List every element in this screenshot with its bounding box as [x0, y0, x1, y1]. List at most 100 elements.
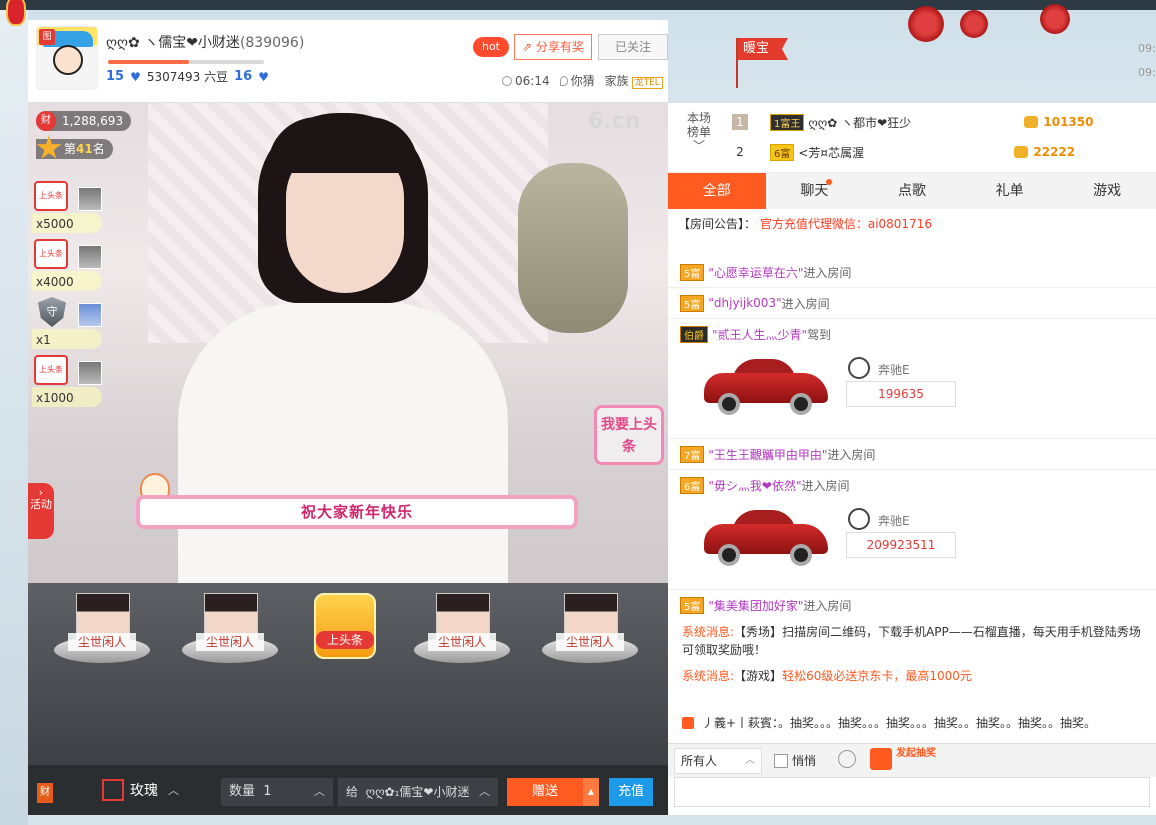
system-text: 轻松60级必送京东卡，最高1000元: [782, 669, 972, 683]
guest-seat[interactable]: 尘世闲人: [182, 593, 278, 673]
headline-label: 上头条: [316, 631, 374, 649]
chat-input[interactable]: [674, 777, 1150, 807]
current-level: 15: [106, 69, 125, 84]
gift-list: 上头条 x5000 上头条 x4000 守 x1 上头条 x1000: [32, 179, 112, 411]
notice-text: 官方充值代理微信：ai0801716: [759, 217, 932, 231]
user-nick[interactable]: "心愿幸运草在六": [708, 264, 803, 281]
video-stream[interactable]: 6.cn 财 1,288,693 第41名 上头条 x5000 上头条 x400…: [28, 103, 668, 583]
wealth-level-tag: 6富: [680, 477, 705, 494]
whisper-toggle[interactable]: 悄悄: [774, 752, 816, 769]
wealth-icon[interactable]: 财: [37, 783, 53, 803]
quantity-value: 1: [263, 784, 272, 799]
gift-item[interactable]: 守 x1: [32, 295, 112, 353]
next-level: 16: [234, 69, 253, 84]
whisper-label: 悄悄: [792, 754, 817, 768]
flag-banner[interactable]: 暖宝: [738, 38, 788, 60]
gift-bar: 财 玫瑰 ︿ 数量 1 ︿ 给 ღღ✿₁儒宝❤小财迷 ︿ 赠送 ▲ 充值: [28, 765, 668, 815]
send-options-arrow[interactable]: ▲: [583, 778, 599, 806]
user-nick[interactable]: "王生王覼觿甲由甲由": [708, 446, 827, 463]
user-avatar: [78, 187, 102, 211]
car-wheel: [790, 393, 812, 415]
gift-box-icon: [102, 779, 124, 801]
guard-shield-icon: 守: [38, 297, 66, 327]
tab-gifts[interactable]: 礼单: [961, 173, 1059, 209]
ranking-label[interactable]: 本场榜单 ﹀: [682, 111, 716, 153]
headline-sticker-button[interactable]: 我要上头条: [594, 405, 664, 465]
microphone-image: [518, 163, 628, 333]
lottery-label[interactable]: 发起抽奖: [896, 748, 936, 759]
chat-message: 7富 "王生王覼觿甲由甲由" 进入房间: [668, 439, 1156, 470]
family[interactable]: 家族 龙TEL: [605, 72, 663, 89]
gift-item[interactable]: 上头条 x4000: [32, 237, 112, 295]
system-tag: 【秀场】: [734, 625, 783, 639]
recharge-button[interactable]: 充值: [609, 778, 653, 806]
greeting-banner: 祝大家新年快乐: [136, 495, 578, 529]
duration: 06:14: [502, 74, 550, 88]
wealth-level-tag: 5富: [680, 294, 705, 312]
chat-message: 5富 "心愿幸运草在六" 进入房间: [668, 257, 1156, 288]
headline-gift-icon: 上头条: [34, 239, 68, 269]
user-nick[interactable]: "dhjyijk003": [708, 296, 781, 310]
chevron-up-icon: ︿: [314, 785, 325, 798]
tab-chat[interactable]: 聊天: [766, 173, 864, 209]
tab-chat-label: 聊天: [800, 183, 829, 199]
share-label: 分享有奖: [535, 40, 584, 54]
gift-item[interactable]: 上头条 x5000: [32, 179, 112, 237]
system-tag: 【游戏】: [734, 669, 783, 683]
guest-seat[interactable]: 尘世闲人: [414, 593, 510, 673]
user-nick[interactable]: "集美集团加好家": [708, 597, 803, 614]
guest-name: 尘世闲人: [428, 633, 496, 651]
broadcast-marquee: 丿義+丨萩賓：。抽奖。。。抽奖。。。抽奖。。。抽奖。。抽奖。。抽奖。。抽奖。: [668, 711, 1156, 735]
system-prefix: 系统消息:: [682, 669, 735, 683]
activity-tab[interactable]: › 活动: [28, 483, 54, 539]
recipient-selector[interactable]: 给 ღღ✿₁儒宝❤小财迷 ︿: [338, 778, 498, 806]
tab-all[interactable]: 全部: [668, 173, 766, 209]
activity-label: 活动: [30, 498, 52, 511]
arrive-text: 驾到: [807, 328, 832, 342]
guest-seats: 尘世闲人 尘世闲人 上头条 尘世闲人 尘世闲人: [28, 583, 668, 765]
chevron-down-icon: ﹀: [692, 139, 705, 153]
emoji-icon[interactable]: [838, 750, 856, 768]
lottery-icon[interactable]: [870, 748, 892, 770]
chat-controls: 所有人 ︿ 悄悄 发起抽奖: [668, 743, 1156, 777]
enter-text: 进入房间: [827, 447, 876, 462]
share-button[interactable]: ⇗ 分享有奖: [514, 34, 592, 60]
user-nick[interactable]: "贰王人生灬少青": [712, 326, 807, 343]
speaker-icon: [682, 717, 694, 729]
follow-button[interactable]: 已关注: [598, 34, 668, 60]
send-gift-button[interactable]: 赠送: [507, 778, 583, 806]
time-label: 09:: [1138, 66, 1156, 79]
recipient-dropdown[interactable]: 所有人 ︿: [674, 748, 762, 774]
headline-seat[interactable]: 上头条: [312, 593, 378, 665]
wealth-level-tag: 5富: [680, 263, 705, 281]
whisper-checkbox[interactable]: [774, 753, 788, 768]
car-number: 199635: [846, 381, 956, 407]
gift-item[interactable]: 上头条 x1000: [32, 353, 112, 411]
tab-songs[interactable]: 点歌: [863, 173, 961, 209]
arrival-line: 6富 "毋シ灬我❤依然" 进入房间: [668, 470, 1156, 501]
rank-number: 2: [736, 145, 744, 159]
car-name: 奔驰E: [878, 363, 910, 377]
wealth-value: 1,288,693: [62, 114, 124, 128]
tab-games[interactable]: 游戏: [1058, 173, 1156, 209]
guest-seat[interactable]: 尘世闲人: [542, 593, 638, 673]
anchor-avatar[interactable]: 图: [36, 26, 98, 90]
ranking-label-text: 本场榜单: [686, 111, 711, 139]
user-nick[interactable]: "毋シ灬我❤依然": [708, 477, 801, 494]
ranking-row[interactable]: 1 1富王 ღღ✿ ヽ都市❤狂少 101350: [732, 109, 1152, 135]
chat-tabs: 全部 聊天 点歌 礼单 游戏: [668, 173, 1156, 209]
top-strip: [0, 0, 1156, 10]
gift-selector[interactable]: 玫瑰 ︿: [102, 779, 179, 801]
background-left: [0, 10, 28, 825]
level-progress-fill: [108, 60, 190, 64]
rank-tag: 1富王: [770, 113, 805, 131]
share-icon: ⇗: [522, 40, 536, 54]
rank-badge[interactable]: 第41名: [36, 135, 113, 159]
flower-decoration: [1040, 4, 1070, 34]
quantity-selector[interactable]: 数量 1 ︿: [221, 778, 333, 806]
enter-text: 进入房间: [803, 598, 852, 613]
chat-message: 5富 "集美集团加好家" 进入房间: [668, 590, 1156, 619]
ranking-row[interactable]: 2 6富 <芳¤芯属渥 22222: [732, 139, 1152, 165]
chat-feed[interactable]: 【房间公告】： 官方充值代理微信：ai0801716 5富 "心愿幸运草在六" …: [668, 209, 1156, 619]
guest-seat[interactable]: 尘世闲人: [54, 593, 150, 673]
